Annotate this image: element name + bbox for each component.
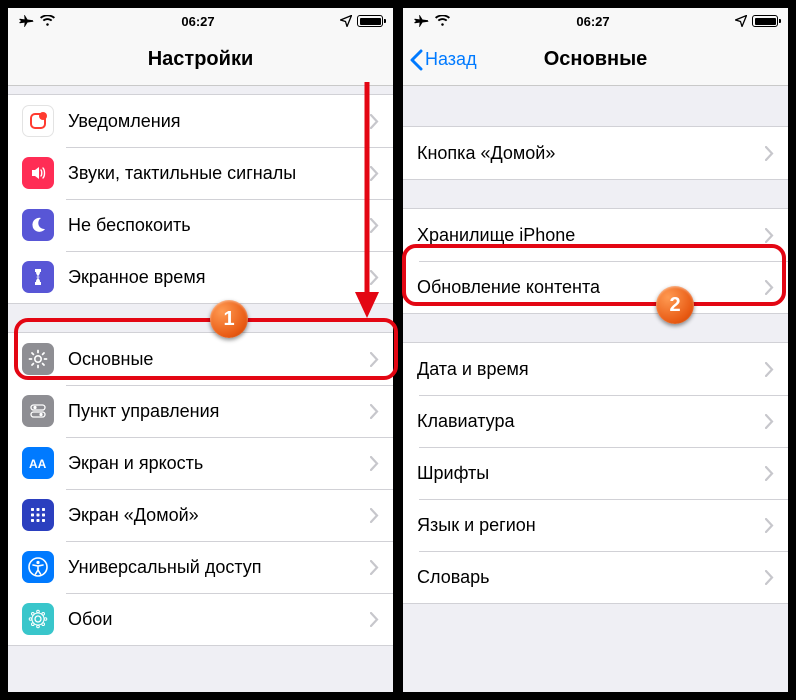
row-control-center[interactable]: Пункт управления: [8, 385, 393, 437]
row-home-screen[interactable]: Экран «Домой»: [8, 489, 393, 541]
settings-group-attention: Уведомления Звуки, тактильные сигналы: [8, 94, 393, 304]
row-label: Основные: [68, 349, 370, 370]
row-label: Уведомления: [68, 111, 370, 132]
status-time: 06:27: [576, 14, 609, 29]
chevron-right-icon: [765, 466, 774, 481]
control-center-icon: [22, 395, 54, 427]
row-label: Экран и яркость: [68, 453, 370, 474]
screentime-icon: [22, 261, 54, 293]
row-label: Звуки, тактильные сигналы: [68, 163, 370, 184]
row-general[interactable]: Основные: [8, 333, 393, 385]
page-title: Настройки: [148, 48, 254, 71]
row-keyboard[interactable]: Клавиатура: [403, 395, 788, 447]
back-button[interactable]: Назад: [409, 34, 477, 85]
wifi-icon: [39, 15, 56, 27]
row-label: Хранилище iPhone: [417, 225, 765, 246]
chevron-right-icon: [370, 560, 379, 575]
row-label: Универсальный доступ: [68, 557, 370, 578]
status-bar: 06:27: [8, 8, 393, 34]
wifi-icon: [434, 15, 451, 27]
status-bar: 06:27: [403, 8, 788, 34]
battery-icon: [752, 15, 778, 27]
group-home-button: Кнопка «Домой»: [403, 126, 788, 180]
chevron-right-icon: [370, 352, 379, 367]
chevron-right-icon: [765, 228, 774, 243]
row-dictionary[interactable]: Словарь: [403, 551, 788, 603]
row-label: Словарь: [417, 567, 765, 588]
row-label: Дата и время: [417, 359, 765, 380]
page-title: Основные: [544, 48, 648, 71]
status-time: 06:27: [181, 14, 214, 29]
row-label: Обновление контента: [417, 277, 765, 298]
general-icon: [22, 343, 54, 375]
row-accessibility[interactable]: Универсальный доступ: [8, 541, 393, 593]
row-label: Экран «Домой»: [68, 505, 370, 526]
row-label: Клавиатура: [417, 411, 765, 432]
row-background-app-refresh[interactable]: Обновление контента: [403, 261, 788, 313]
row-iphone-storage[interactable]: Хранилище iPhone: [403, 209, 788, 261]
row-screen-time[interactable]: Экранное время: [8, 251, 393, 303]
row-wallpaper[interactable]: Обои: [8, 593, 393, 645]
row-label: Экранное время: [68, 267, 370, 288]
display-icon: AA: [22, 447, 54, 479]
chevron-right-icon: [370, 508, 379, 523]
row-label: Не беспокоить: [68, 215, 370, 236]
group-storage: Хранилище iPhone Обновление контента: [403, 208, 788, 314]
row-home-button[interactable]: Кнопка «Домой»: [403, 127, 788, 179]
row-display-brightness[interactable]: AA Экран и яркость: [8, 437, 393, 489]
row-sounds[interactable]: Звуки, тактильные сигналы: [8, 147, 393, 199]
row-label: Кнопка «Домой»: [417, 143, 765, 164]
group-locale: Дата и время Клавиатура Шрифты Язык и ре…: [403, 342, 788, 604]
back-label: Назад: [425, 49, 477, 70]
chevron-right-icon: [765, 362, 774, 377]
row-label: Шрифты: [417, 463, 765, 484]
airplane-mode-icon: [18, 14, 34, 28]
notifications-icon: [22, 105, 54, 137]
row-notifications[interactable]: Уведомления: [8, 95, 393, 147]
battery-icon: [357, 15, 383, 27]
chevron-right-icon: [765, 570, 774, 585]
chevron-right-icon: [370, 166, 379, 181]
accessibility-icon: [22, 551, 54, 583]
nav-bar: Назад Основные: [403, 34, 788, 86]
home-screen-icon: [22, 499, 54, 531]
row-do-not-disturb[interactable]: Не беспокоить: [8, 199, 393, 251]
chevron-right-icon: [765, 280, 774, 295]
chevron-right-icon: [370, 404, 379, 419]
row-date-time[interactable]: Дата и время: [403, 343, 788, 395]
right-screen: 06:27 Назад Основные Кнопка «Домой»: [401, 6, 790, 694]
chevron-right-icon: [765, 414, 774, 429]
row-label: Язык и регион: [417, 515, 765, 536]
dnd-icon: [22, 209, 54, 241]
chevron-right-icon: [370, 456, 379, 471]
row-label: Пункт управления: [68, 401, 370, 422]
chevron-right-icon: [370, 270, 379, 285]
location-icon: [735, 15, 747, 27]
row-language-region[interactable]: Язык и регион: [403, 499, 788, 551]
svg-text:AA: AA: [29, 457, 47, 471]
chevron-right-icon: [370, 612, 379, 627]
location-icon: [340, 15, 352, 27]
wallpaper-icon: [22, 603, 54, 635]
row-label: Обои: [68, 609, 370, 630]
chevron-right-icon: [370, 114, 379, 129]
settings-group-general: Основные Пункт управления AA Экран: [8, 332, 393, 646]
general-content[interactable]: Кнопка «Домой» Хранилище iPhone Обновлен…: [403, 86, 788, 692]
chevron-right-icon: [370, 218, 379, 233]
row-fonts[interactable]: Шрифты: [403, 447, 788, 499]
chevron-right-icon: [765, 518, 774, 533]
left-screen: 06:27 Настройки Уведомления: [6, 6, 395, 694]
chevron-right-icon: [765, 146, 774, 161]
airplane-mode-icon: [413, 14, 429, 28]
sounds-icon: [22, 157, 54, 189]
nav-bar: Настройки: [8, 34, 393, 86]
settings-content[interactable]: Уведомления Звуки, тактильные сигналы: [8, 86, 393, 692]
